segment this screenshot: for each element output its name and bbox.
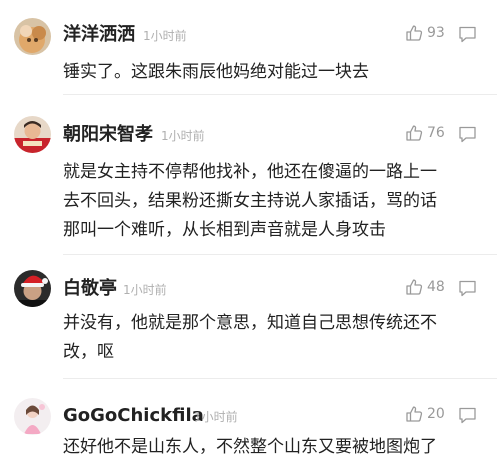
avatar[interactable] (14, 398, 51, 435)
comment-feed: 洋洋洒洒 1小时前 93 锤实了。这跟朱雨辰他妈绝对能过一块去 朝阳宋智孝 1小… (0, 0, 497, 471)
comment-text-line: 锤实了。这跟朱雨辰他妈绝对能过一块去 (63, 62, 369, 82)
cat-photo-avatar (14, 18, 51, 55)
reply-button[interactable] (458, 126, 477, 143)
comment-bubble-icon (459, 280, 476, 297)
like-count: 76 (427, 125, 445, 141)
reply-button[interactable] (458, 280, 477, 297)
like-count: 93 (427, 25, 445, 41)
avatar[interactable] (14, 116, 51, 153)
avatar[interactable] (14, 18, 51, 55)
timestamp: 1小时前 (123, 283, 167, 297)
like-count: 20 (427, 406, 445, 422)
comment-text: 还好他不是山东人，不然整个山东又要被地图炮了 (63, 433, 483, 462)
timestamp: 1小时前 (143, 29, 187, 43)
comment-text: 就是女主持不停帮他找补，他还在傻逼的一路上一 去不回头，结果粉还撕女主持说人家插… (63, 158, 483, 245)
comment-text-line: 改，呕 (63, 342, 114, 362)
like-button[interactable]: 48 (405, 278, 445, 296)
comment-text: 锤实了。这跟朱雨辰他妈绝对能过一块去 (63, 58, 483, 87)
comment-text-line: 并没有，他就是那个意思，知道自己思想传统还不 (63, 313, 437, 333)
thumbs-up-icon (406, 279, 423, 295)
like-button[interactable]: 93 (405, 24, 445, 42)
timestamp: 1小时前 (161, 129, 205, 143)
reply-button[interactable] (458, 26, 477, 43)
avatar[interactable] (14, 270, 51, 307)
timestamp: 1小时前 (194, 410, 238, 424)
thumbs-up-icon (406, 25, 423, 41)
like-button[interactable]: 20 (405, 405, 445, 423)
thumbs-up-icon (406, 125, 423, 141)
username[interactable]: 白敬亭 (63, 278, 117, 300)
divider (63, 254, 497, 255)
comment-item: 洋洋洒洒 1小时前 93 锤实了。这跟朱雨辰他妈绝对能过一块去 (0, 0, 497, 95)
comment-text-line: 就是女主持不停帮他找补，他还在傻逼的一路上一 (63, 162, 437, 182)
person-red-photo-avatar (14, 116, 51, 153)
comment-text-line: 去不回头，结果粉还撕女主持说人家插话，骂的话 (63, 191, 437, 211)
comment-bubble-icon (459, 407, 476, 424)
comment-bubble-icon (459, 126, 476, 143)
comment-text: 并没有，他就是那个意思，知道自己思想传统还不 改，呕 (63, 309, 483, 367)
reply-button[interactable] (458, 407, 477, 424)
girl-pink-photo-avatar (14, 398, 51, 435)
divider (63, 94, 497, 95)
comment-text-line: 还好他不是山东人，不然整个山东又要被地图炮了 (63, 437, 437, 457)
divider (63, 378, 497, 379)
thumbs-up-icon (406, 406, 423, 422)
like-button[interactable]: 76 (405, 124, 445, 142)
username[interactable]: 洋洋洒洒 (63, 24, 135, 46)
man-santa-hat-avatar (14, 270, 51, 307)
username[interactable]: GoGoChickfila (63, 405, 204, 427)
like-count: 48 (427, 279, 445, 295)
username[interactable]: 朝阳宋智孝 (63, 124, 153, 146)
comment-text-line: 那叫一个难听，从长相到声音就是人身攻击 (63, 220, 386, 240)
comment-bubble-icon (459, 26, 476, 43)
